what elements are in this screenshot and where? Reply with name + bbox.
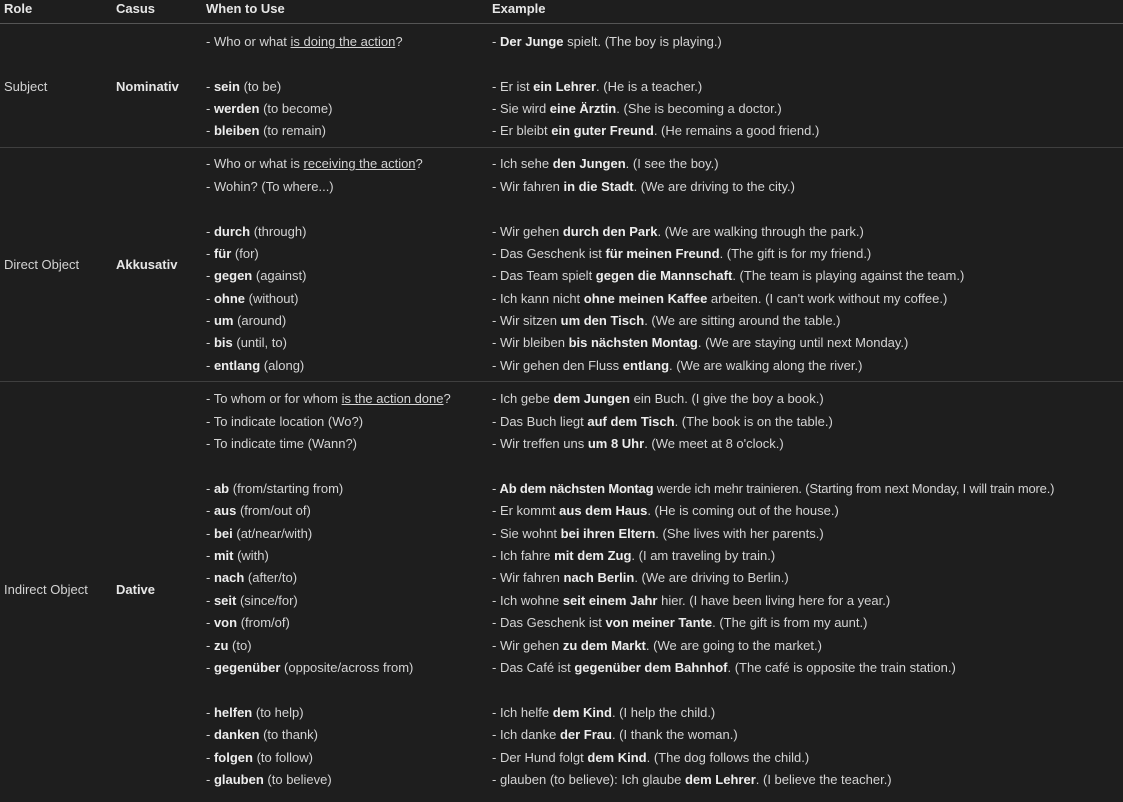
example-line: - Ich kann nicht ohne meinen Kaffee arbe… (492, 291, 948, 306)
example-line: - Das Geschenk ist für meinen Freund. (T… (492, 246, 872, 261)
table-header: Role Casus When to Use Example (0, 0, 1123, 24)
role-cell: Subject (4, 79, 48, 94)
usage-line: - von (from/of) (206, 615, 290, 630)
usage-line: - folgen (to follow) (206, 750, 313, 765)
example-line: - Der Junge spielt. (The boy is playing.… (492, 34, 722, 49)
example-line: - Das Buch liegt auf dem Tisch. (The boo… (492, 414, 833, 429)
usage-line: - bleiben (to remain) (206, 123, 326, 138)
header-role: Role (4, 1, 33, 16)
usage-line: - helfen (to help) (206, 705, 304, 720)
example-line: - Ab dem nächsten Montag werde ich mehr … (492, 481, 1055, 496)
example-line: - Wir fahren nach Berlin. (We are drivin… (492, 570, 789, 585)
usage-line: - für (for) (206, 246, 259, 261)
row-nominativ: Subject Nominativ - Who or what is doing… (0, 24, 1123, 148)
example-line: - Wir fahren in die Stadt. (We are drivi… (492, 179, 795, 194)
example-line: - Wir treffen uns um 8 Uhr. (We meet at … (492, 436, 784, 451)
usage-line: - ohne (without) (206, 291, 299, 306)
example-line: - Ich wohne seit einem Jahr hier. (I hav… (492, 593, 891, 608)
usage-line: - glauben (to believe) (206, 772, 332, 787)
example-line: - Er ist ein Lehrer. (He is a teacher.) (492, 79, 703, 94)
usage-line: - Who or what is receiving the action? (206, 156, 423, 171)
usage-line: - nach (after/to) (206, 570, 298, 585)
usage-line: - um (around) (206, 313, 287, 328)
usage-line: - aus (from/out of) (206, 503, 311, 518)
example-line: - Das Geschenk ist von meiner Tante. (Th… (492, 615, 868, 630)
usage-line: - To whom or for whom is the action done… (206, 391, 451, 406)
usage-line: - sein (to be) (206, 79, 282, 94)
example-line: - Wir sitzen um den Tisch. (We are sitti… (492, 313, 841, 328)
usage-line: - gegen (against) (206, 268, 307, 283)
example-line: - Das Café ist gegenüber dem Bahnhof. (T… (492, 660, 956, 675)
example-line: - Wir gehen durch den Park. (We are walk… (492, 224, 864, 239)
row-dative: Indirect Object Dative - To whom or for … (0, 382, 1123, 802)
example-line: - Ich danke der Frau. (I thank the woman… (492, 727, 738, 742)
example-line: - Ich gebe dem Jungen ein Buch. (I give … (492, 391, 824, 406)
usage-line: - bei (at/near/with) (206, 526, 313, 541)
example-line: - glauben (to believe): Ich glaube dem L… (492, 772, 892, 787)
usage-line: - entlang (along) (206, 358, 305, 373)
usage-line: - ab (from/starting from) (206, 481, 344, 496)
header-casus: Casus (116, 1, 156, 16)
usage-line: - To indicate time (Wann?) (206, 436, 358, 451)
example-line: - Wir bleiben bis nächsten Montag. (We a… (492, 335, 909, 350)
usage-line: - To indicate location (Wo?) (206, 414, 364, 429)
role-cell: Indirect Object (4, 582, 88, 597)
header-when-to-use: When to Use (206, 1, 285, 16)
usage-line: - zu (to) (206, 638, 252, 653)
usage-line: - bis (until, to) (206, 335, 287, 350)
example-line: - Sie wird eine Ärztin. (She is becoming… (492, 101, 782, 116)
casus-cell: Dative (116, 582, 156, 597)
example-line: - Wir gehen zu dem Markt. (We are going … (492, 638, 822, 653)
case-table: Role Casus When to Use Example Subject N… (0, 0, 1123, 789)
usage-line: - werden (to become) (206, 101, 333, 116)
usage-line: - gegenüber (opposite/across from) (206, 660, 414, 675)
casus-cell: Akkusativ (116, 257, 178, 272)
example-line: - Ich helfe dem Kind. (I help the child.… (492, 705, 716, 720)
example-line: - Wir gehen den Fluss entlang. (We are w… (492, 358, 863, 373)
usage-line: - mit (with) (206, 548, 269, 563)
example-line: - Er kommt aus dem Haus. (He is coming o… (492, 503, 839, 518)
example-line: - Ich fahre mit dem Zug. (I am traveling… (492, 548, 776, 563)
example-line: - Er bleibt ein guter Freund. (He remain… (492, 123, 820, 138)
usage-line: - danken (to thank) (206, 727, 318, 742)
example-line: - Der Hund folgt dem Kind. (The dog foll… (492, 750, 810, 765)
usage-line: - seit (since/for) (206, 593, 298, 608)
usage-line: - Who or what is doing the action? (206, 34, 403, 49)
row-akkusativ: Direct Object Akkusativ - Who or what is… (0, 148, 1123, 382)
example-line: - Das Team spielt gegen die Mannschaft. … (492, 268, 965, 283)
header-example: Example (492, 1, 546, 16)
casus-cell: Nominativ (116, 79, 179, 94)
role-cell: Direct Object (4, 257, 80, 272)
usage-line: - durch (through) (206, 224, 307, 239)
example-line: - Sie wohnt bei ihren Eltern. (She lives… (492, 526, 824, 541)
example-line: - Ich sehe den Jungen. (I see the boy.) (492, 156, 719, 171)
usage-line: - Wohin? (To where...) (206, 179, 334, 194)
